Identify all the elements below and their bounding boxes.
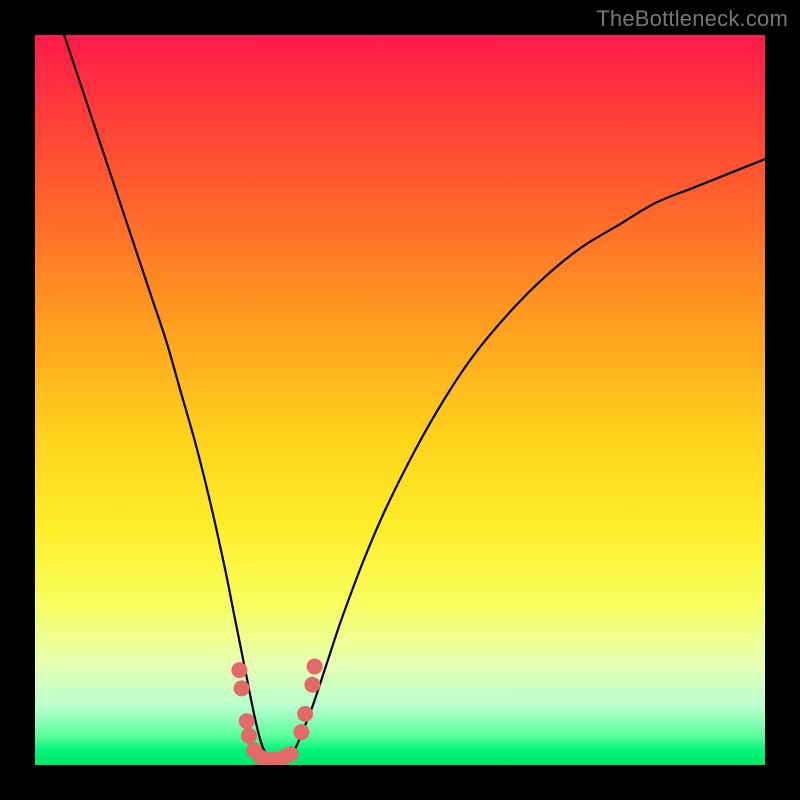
marker-dot <box>246 742 262 758</box>
marker-dot <box>268 752 284 765</box>
chart-frame: TheBottleneck.com <box>0 0 800 800</box>
marker-dot <box>231 662 247 678</box>
bottleneck-curve <box>64 35 765 765</box>
marker-dot <box>304 677 320 693</box>
marker-dot <box>241 728 257 744</box>
marker-dot <box>239 713 255 729</box>
marker-dot <box>234 680 250 696</box>
curve-layer <box>35 35 765 765</box>
plot-area <box>35 35 765 765</box>
marker-dot <box>275 750 291 765</box>
marker-dot <box>307 659 323 675</box>
watermark-text: TheBottleneck.com <box>596 6 788 32</box>
marker-dot <box>297 706 313 722</box>
marker-dot <box>293 724 309 740</box>
marker-dot <box>253 750 269 765</box>
marker-dot <box>283 746 299 762</box>
marker-dot <box>261 752 277 765</box>
marker-cluster <box>231 659 322 766</box>
